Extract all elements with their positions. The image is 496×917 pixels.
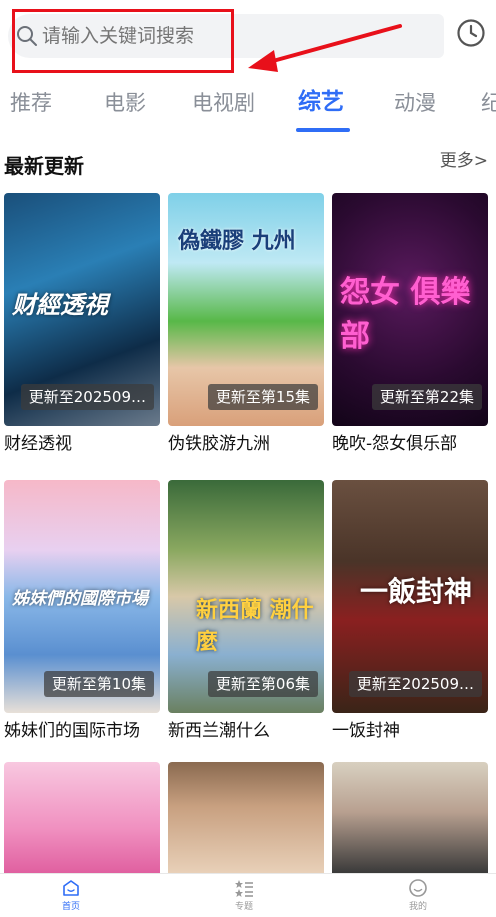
nav-topics[interactable]: 专题 (214, 878, 274, 912)
nav-label: 专题 (234, 902, 253, 912)
show-card[interactable]: 偽鐵膠 九州 更新至第15集 伪铁胶游九洲 (168, 193, 324, 454)
bottom-navigation: 首页 专题 我的 (0, 873, 496, 917)
show-title: 新西兰潮什么 (168, 721, 270, 741)
history-icon[interactable] (456, 18, 486, 48)
show-poster: 姊妹們的國際市場 更新至第10集 (4, 480, 160, 713)
show-card[interactable] (168, 762, 324, 873)
show-card[interactable]: 怨女 俱樂部 更新至第22集 晚吹-怨女俱乐部 (332, 193, 488, 454)
update-badge: 更新至202509… (20, 384, 154, 410)
nav-profile[interactable]: 我的 (388, 878, 448, 912)
show-poster: 一飯封神 更新至202509… (332, 480, 488, 713)
search-input[interactable] (42, 22, 342, 50)
nav-label: 我的 (408, 902, 427, 912)
show-card[interactable]: 姊妹們的國際市場 更新至第10集 姊妹们的国际市场 (4, 480, 160, 741)
show-poster: 财經透視 更新至202509… (4, 193, 160, 426)
poster-title-art: 姊妹們的國際市場 (12, 589, 148, 609)
poster-title-art: 怨女 俱樂部 (340, 275, 471, 354)
show-title: 财经透视 (4, 434, 72, 454)
search-area (0, 0, 496, 76)
topics-icon (235, 880, 253, 897)
update-badge: 更新至第15集 (207, 384, 318, 410)
show-card[interactable]: 财經透視 更新至202509… 财经透视 (4, 193, 160, 454)
profile-icon (409, 879, 427, 897)
tab-variety[interactable]: 综艺 (298, 87, 344, 117)
search-icon (17, 26, 37, 46)
tab-documentary[interactable]: 纪 (481, 88, 496, 118)
update-badge: 更新至202509… (348, 671, 482, 697)
nav-label: 首页 (61, 902, 80, 912)
category-tabs: 推荐 电影 电视剧 综艺 动漫 纪 (0, 80, 496, 130)
update-badge: 更新至第22集 (371, 384, 482, 410)
poster-title-art: 偽鐵膠 九州 (178, 229, 296, 254)
show-title: 伪铁胶游九洲 (168, 434, 270, 454)
show-card[interactable]: 一飯封神 更新至202509… 一饭封神 (332, 480, 488, 741)
tab-anime[interactable]: 动漫 (394, 88, 436, 118)
tab-recommend[interactable]: 推荐 (10, 88, 52, 118)
nav-home[interactable]: 首页 (41, 878, 101, 912)
home-icon (63, 880, 79, 896)
update-badge: 更新至第10集 (43, 671, 154, 697)
section-title: 最新更新 (4, 154, 84, 178)
show-title: 姊妹们的国际市场 (4, 721, 140, 741)
show-poster: 怨女 俱樂部 更新至第22集 (332, 193, 488, 426)
show-poster (332, 762, 488, 873)
show-card[interactable] (4, 762, 160, 873)
show-title: 晚吹-怨女俱乐部 (332, 434, 458, 454)
active-tab-indicator (296, 128, 350, 132)
poster-title-art: 新西蘭 潮什麼 (196, 598, 314, 655)
update-badge: 更新至第06集 (207, 671, 318, 697)
more-link[interactable]: 更多> (440, 146, 488, 171)
poster-title-art: 财經透視 (12, 291, 108, 319)
show-poster: 新西蘭 潮什麼 更新至第06集 (168, 480, 324, 713)
show-poster (4, 762, 160, 873)
show-poster (168, 762, 324, 873)
tab-tv-series[interactable]: 电视剧 (192, 88, 255, 118)
show-title: 一饭封神 (332, 721, 400, 741)
tab-movies[interactable]: 电影 (104, 88, 146, 118)
show-card[interactable]: 新西蘭 潮什麼 更新至第06集 新西兰潮什么 (168, 480, 324, 741)
poster-title-art: 一飯封神 (360, 575, 473, 608)
show-card[interactable] (332, 762, 488, 873)
show-poster: 偽鐵膠 九州 更新至第15集 (168, 193, 324, 426)
